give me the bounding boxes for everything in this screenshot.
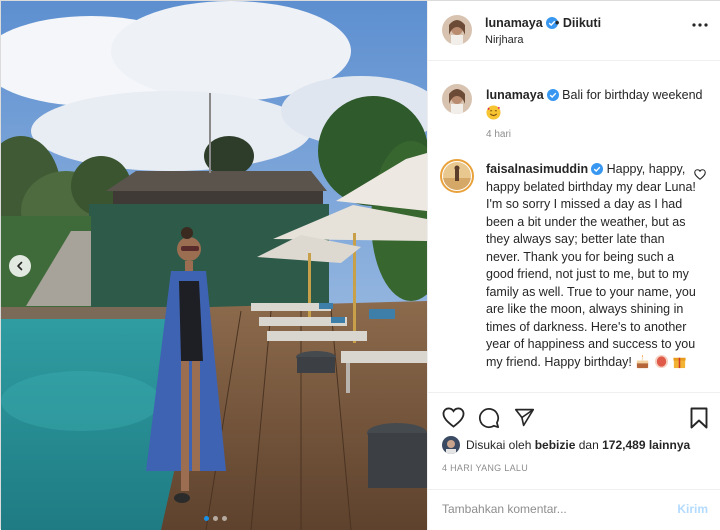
heart-icon[interactable] (442, 407, 465, 428)
avatar-image (442, 84, 472, 114)
verified-icon (591, 163, 604, 175)
comment: faisalnasimuddin Happy, happy, happy bel… (486, 161, 698, 371)
location-link[interactable]: Nirjhara (485, 34, 524, 46)
verified-icon (546, 89, 559, 101)
caption: lunamaya Bali for birthday weekend (486, 86, 706, 122)
bookmark-icon[interactable] (690, 407, 708, 429)
comment-icon[interactable] (478, 407, 500, 429)
previous-photo-button[interactable] (9, 255, 31, 277)
avatar-image (442, 436, 460, 454)
post-comment-button[interactable]: Kirim (677, 502, 708, 516)
comment-text: Happy, happy, happy belated birthday my … (486, 162, 696, 369)
avatar-image (443, 162, 471, 190)
add-comment-form: Kirim (428, 489, 720, 530)
author-username-text: lunamaya (485, 16, 543, 30)
share-icon[interactable] (514, 407, 535, 428)
instagram-post: lunamaya • Diikuti Nirjhara lunamaya Bal… (0, 0, 720, 530)
chevron-left-icon (17, 261, 23, 271)
comment-input[interactable] (442, 502, 662, 516)
post-photo[interactable] (1, 1, 427, 530)
photo-illustration (1, 1, 427, 530)
likes-summary: Disukai oleh bebizie dan 172,489 lainnya (442, 436, 690, 454)
heart-icon[interactable] (694, 169, 706, 180)
cake-icon (637, 354, 649, 368)
author-avatar[interactable] (442, 15, 472, 45)
gift-icon (673, 357, 686, 368)
likes-prefix: Disukai oleh (466, 438, 532, 452)
carousel-dot (222, 516, 227, 521)
post-header: lunamaya • Diikuti Nirjhara (428, 1, 720, 61)
follow-separator: • (555, 16, 560, 30)
liker-username[interactable]: bebizie (535, 438, 576, 452)
carousel-indicator (204, 516, 227, 521)
avatar-image (442, 15, 472, 45)
carousel-dot (213, 516, 218, 521)
caption-author-avatar[interactable] (442, 84, 472, 114)
caption-text: Bali for birthday weekend (562, 88, 703, 102)
balloon-icon (654, 354, 668, 368)
commenter-avatar[interactable] (440, 159, 474, 193)
comment-username[interactable]: faisalnasimuddin (486, 162, 588, 176)
caption-timestamp[interactable]: 4 hari (486, 129, 511, 140)
likes-count[interactable]: 172,489 lainnya (602, 438, 690, 452)
post-date[interactable]: 4 HARI YANG LALU (442, 463, 528, 473)
follow-status-button[interactable]: • Diikuti (555, 16, 601, 30)
post-details-pane: lunamaya • Diikuti Nirjhara lunamaya Bal… (427, 1, 720, 530)
author-username[interactable]: lunamaya (485, 16, 558, 30)
more-icon[interactable] (692, 23, 708, 27)
likes-connector: dan (578, 438, 599, 452)
liker-avatar[interactable] (442, 436, 460, 454)
smiling-face-with-hearts-icon (486, 105, 501, 120)
caption-username[interactable]: lunamaya (486, 88, 544, 102)
post-actions (428, 392, 720, 442)
comments-list[interactable]: lunamaya Bali for birthday weekend 4 har… (428, 62, 720, 392)
carousel-dot (204, 516, 209, 521)
follow-status-text: Diikuti (562, 16, 602, 30)
